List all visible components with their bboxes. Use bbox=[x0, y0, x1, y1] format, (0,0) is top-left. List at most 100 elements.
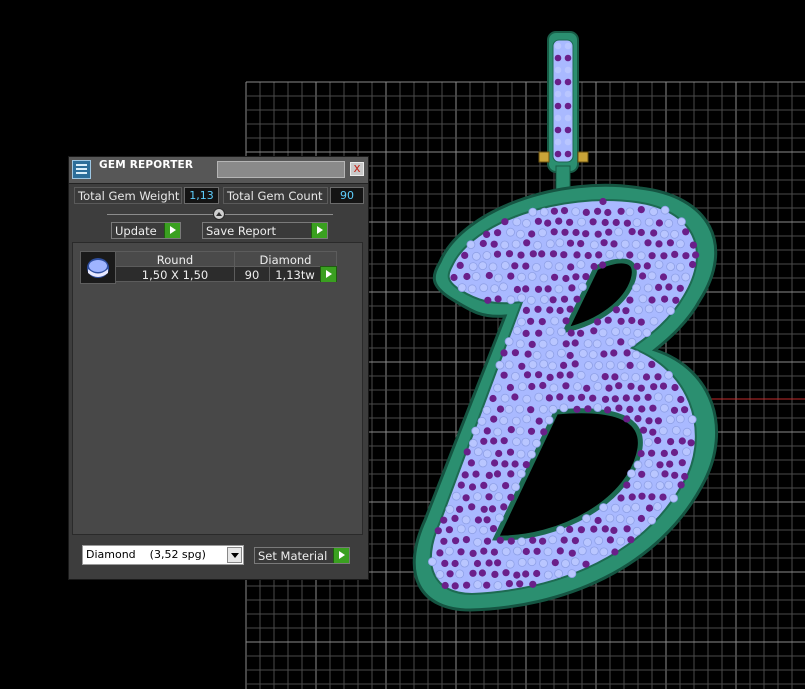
gem-stone bbox=[545, 239, 555, 249]
gem-stone bbox=[678, 459, 686, 467]
gem-stone bbox=[666, 306, 675, 316]
gem-stone bbox=[473, 580, 483, 589]
round-gem-icon bbox=[80, 251, 116, 284]
gem-stone bbox=[644, 217, 654, 227]
gem-stone bbox=[491, 570, 499, 579]
gem-stone bbox=[507, 470, 515, 478]
gem-stone bbox=[677, 481, 685, 489]
gem-stone bbox=[627, 382, 635, 390]
gem-stone bbox=[535, 371, 543, 379]
gem-stone bbox=[554, 90, 562, 98]
gem-stone bbox=[562, 274, 570, 283]
gem-stone bbox=[631, 239, 641, 249]
material-select[interactable]: Diamond (3,52 spg) bbox=[82, 545, 244, 565]
gem-stone bbox=[555, 238, 565, 248]
gem-stone bbox=[564, 66, 572, 74]
gem-stone bbox=[667, 438, 675, 446]
play-arrow-icon bbox=[321, 267, 336, 282]
gem-stone bbox=[554, 114, 562, 122]
gem-stone bbox=[644, 459, 654, 468]
gem-stone bbox=[529, 250, 537, 258]
gem-stone bbox=[659, 493, 667, 501]
gem-stone bbox=[506, 295, 516, 305]
gem-stone bbox=[633, 328, 643, 338]
gem-stone bbox=[625, 516, 635, 525]
gem-stone bbox=[515, 426, 525, 436]
gem-stone bbox=[572, 273, 580, 281]
gem-stone bbox=[493, 273, 503, 283]
gem-stone bbox=[631, 372, 641, 382]
gem-stone bbox=[671, 425, 681, 435]
gem-stone bbox=[642, 373, 651, 381]
gem-stone bbox=[493, 250, 502, 258]
gem-stone bbox=[546, 373, 554, 381]
gem-stone bbox=[600, 350, 608, 358]
play-arrow-icon bbox=[333, 548, 349, 563]
gem-stone bbox=[655, 304, 664, 314]
gem-stone bbox=[573, 295, 581, 303]
gem-stone bbox=[556, 393, 564, 401]
gem-stone bbox=[564, 42, 572, 50]
gem-stone bbox=[507, 537, 515, 545]
gem-list[interactable]: Round Diamond 1,50 X 1,50 90 1,13tw bbox=[72, 242, 363, 535]
gem-stone bbox=[626, 251, 634, 259]
set-material-button[interactable]: Set Material bbox=[254, 547, 350, 564]
gem-stone bbox=[500, 371, 508, 379]
gem-weight-cell: 1,13tw bbox=[269, 266, 321, 282]
gem-stone bbox=[526, 295, 536, 305]
gem-stone bbox=[488, 483, 498, 492]
gem-stone bbox=[457, 548, 465, 556]
gem-stone bbox=[539, 273, 549, 283]
gem-stone bbox=[660, 449, 668, 457]
gem-stone bbox=[650, 383, 658, 391]
gem-stone bbox=[568, 549, 576, 557]
gem-stone bbox=[589, 546, 599, 556]
gem-stone bbox=[501, 547, 511, 556]
gem-stone bbox=[549, 337, 559, 347]
gem-stone bbox=[649, 428, 657, 436]
update-button[interactable]: Update bbox=[111, 222, 181, 239]
gem-stone bbox=[616, 361, 626, 371]
gem-stone bbox=[576, 370, 586, 380]
gem-stone bbox=[502, 569, 510, 577]
gem-stone bbox=[616, 536, 626, 546]
gem-stone bbox=[488, 262, 498, 272]
gem-count-cell: 90 bbox=[234, 266, 270, 282]
gem-stone bbox=[504, 360, 514, 370]
gem-stone bbox=[601, 373, 609, 381]
gem-stone bbox=[539, 381, 547, 390]
letter-b-pendant[interactable] bbox=[412, 31, 719, 612]
gem-stone bbox=[687, 415, 697, 424]
gem-stone bbox=[527, 427, 536, 435]
gem-stone bbox=[504, 337, 514, 346]
gem-stone bbox=[637, 450, 645, 458]
gem-stone bbox=[485, 559, 493, 567]
gem-stone bbox=[568, 284, 576, 292]
gem-stone bbox=[445, 504, 455, 514]
gem-stone bbox=[457, 283, 467, 293]
gem-stone bbox=[483, 427, 491, 435]
report-slider-knob[interactable] bbox=[213, 208, 225, 220]
gem-stone bbox=[522, 306, 531, 314]
save-report-button[interactable]: Save Report bbox=[202, 222, 328, 239]
chevron-down-icon[interactable] bbox=[227, 547, 242, 563]
gem-stone bbox=[633, 460, 643, 470]
gem-stone bbox=[682, 228, 690, 236]
gem-stone bbox=[462, 494, 470, 502]
gem-stone bbox=[566, 525, 574, 534]
close-button[interactable]: x bbox=[350, 162, 364, 176]
gem-stone bbox=[500, 261, 510, 270]
gem-stone bbox=[560, 361, 568, 369]
gem-stone bbox=[604, 208, 612, 217]
gem-stone bbox=[518, 382, 527, 392]
gem-stone bbox=[483, 516, 491, 524]
gem-stone bbox=[516, 580, 524, 588]
gem-stone bbox=[562, 317, 570, 325]
gem-stone bbox=[636, 251, 646, 261]
gem-stone bbox=[456, 524, 466, 534]
gem-row-go-button[interactable] bbox=[320, 266, 337, 282]
gem-stone bbox=[647, 271, 657, 281]
panel-titlebar[interactable]: GEM REPORTER x bbox=[69, 157, 368, 184]
gem-stone bbox=[511, 460, 519, 468]
gem-stone bbox=[573, 382, 582, 391]
